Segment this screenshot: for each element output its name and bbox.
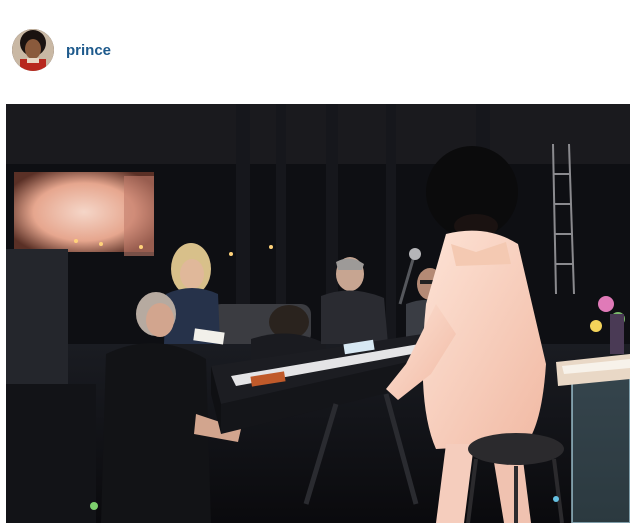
post-photo[interactable] <box>6 104 630 523</box>
rehearsal-photo-icon <box>6 104 630 523</box>
profile-photo-icon[interactable] <box>12 29 54 71</box>
avatar-illustration <box>12 29 54 71</box>
username-link[interactable]: prince <box>66 42 111 60</box>
post-header: prince <box>0 0 630 103</box>
